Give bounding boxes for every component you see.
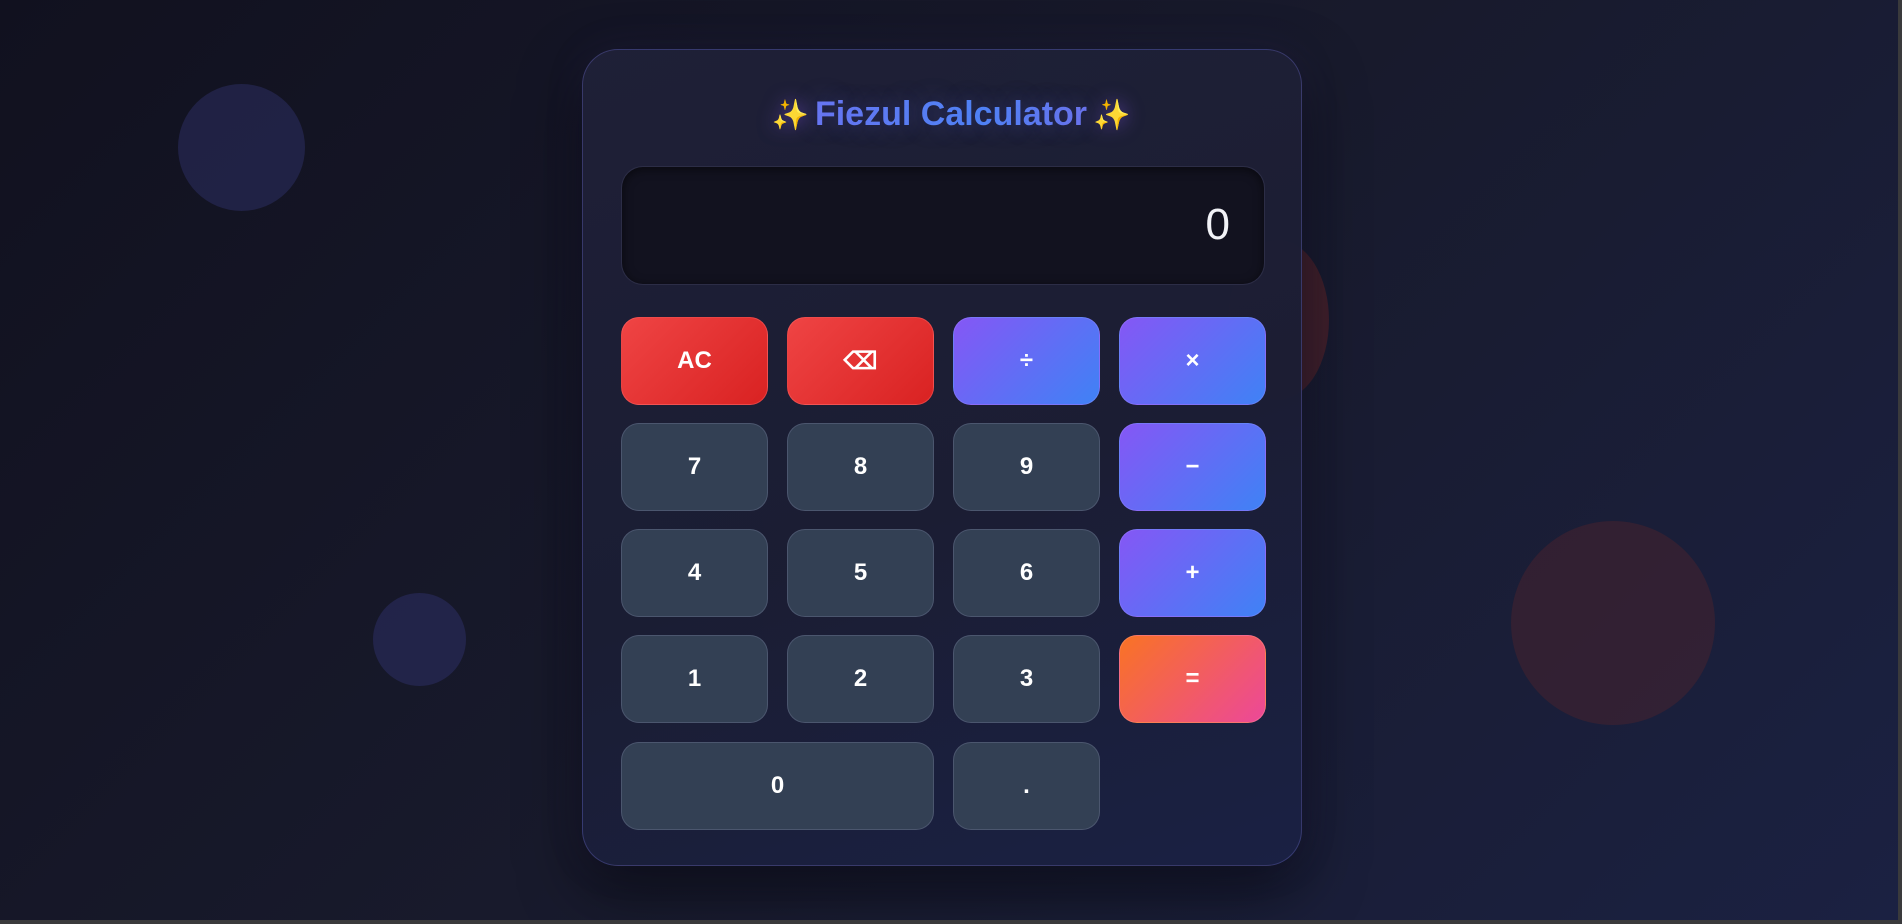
subtract-button[interactable]: − [1119, 423, 1266, 511]
app-background: ✨ Fiezul Calculator ✨ 0 AC ⌫ ÷ × 7 8 9 − 4… [0, 0, 1898, 920]
add-button[interactable]: + [1119, 529, 1266, 617]
display-value: 0 [1205, 200, 1230, 249]
digit-7-button[interactable]: 7 [621, 423, 768, 511]
equals-button[interactable]: = [1119, 635, 1266, 723]
decorative-bubble [1511, 521, 1715, 725]
multiply-button[interactable]: × [1119, 317, 1266, 405]
calculator-display: 0 [621, 166, 1265, 285]
digit-3-button[interactable]: 3 [953, 635, 1100, 723]
digit-6-button[interactable]: 6 [953, 529, 1100, 617]
backspace-button[interactable]: ⌫ [787, 317, 934, 405]
sparkles-icon: ✨ [1093, 99, 1131, 132]
page-title: ✨ Fiezul Calculator ✨ [0, 92, 1898, 138]
digit-9-button[interactable]: 9 [953, 423, 1100, 511]
window-edge [1898, 0, 1902, 924]
divide-button[interactable]: ÷ [953, 317, 1100, 405]
digit-2-button[interactable]: 2 [787, 635, 934, 723]
sparkles-icon: ✨ [771, 99, 809, 132]
digit-1-button[interactable]: 1 [621, 635, 768, 723]
app-title: Fiezul Calculator [809, 95, 1093, 133]
digit-8-button[interactable]: 8 [787, 423, 934, 511]
digit-4-button[interactable]: 4 [621, 529, 768, 617]
clear-button[interactable]: AC [621, 317, 768, 405]
digit-5-button[interactable]: 5 [787, 529, 934, 617]
digit-0-button[interactable]: 0 [621, 742, 934, 830]
decimal-button[interactable]: . [953, 742, 1100, 830]
window-edge [0, 920, 1902, 924]
decorative-bubble [373, 593, 466, 686]
